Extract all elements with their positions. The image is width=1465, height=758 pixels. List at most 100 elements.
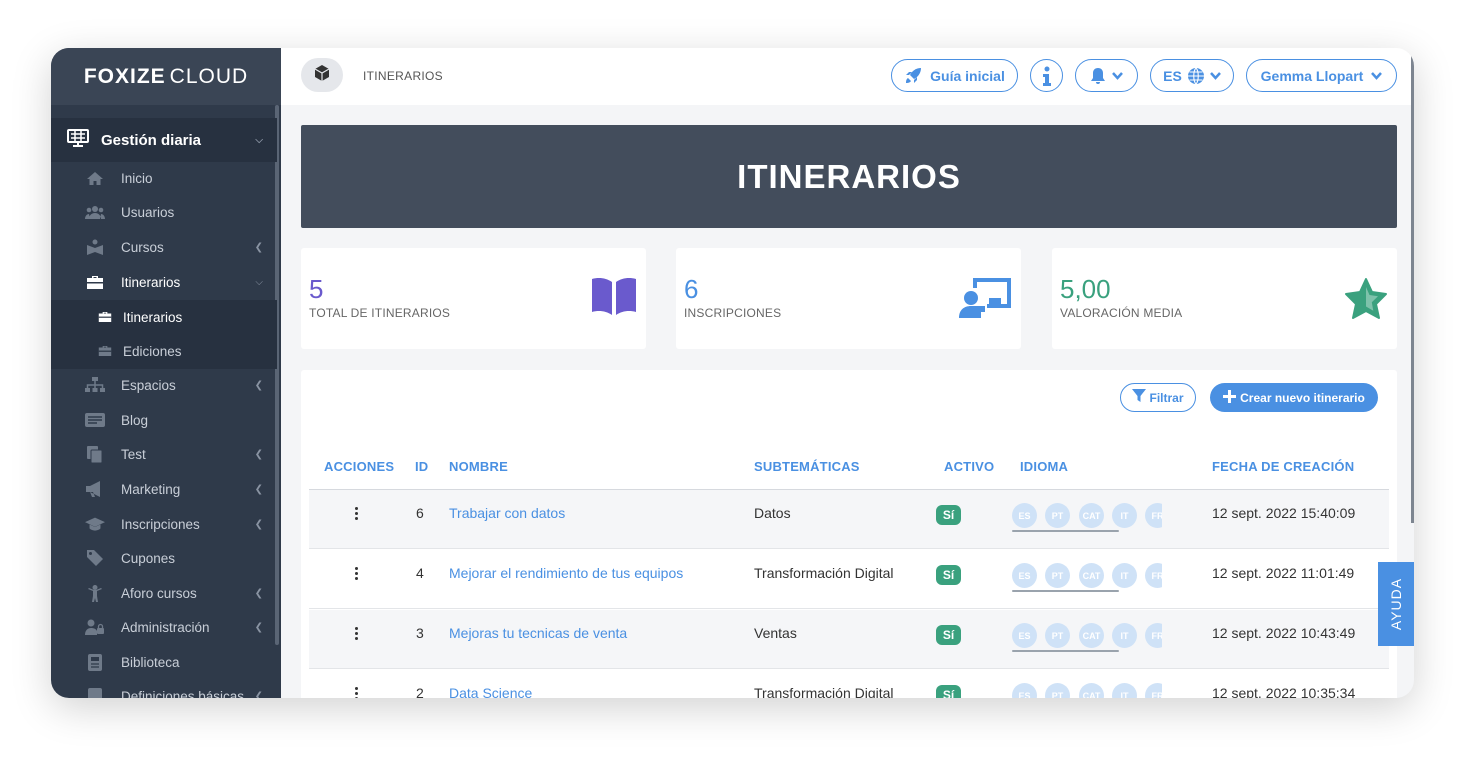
language-button[interactable]: ES <box>1150 59 1234 92</box>
lang-chip-es[interactable]: ES <box>1012 623 1037 648</box>
guide-label: Guía inicial <box>930 67 1005 84</box>
row-name-link[interactable]: Mejorar el rendimiento de tus equipos <box>449 565 683 581</box>
column-header-subtematicas[interactable]: SUBTEMÁTICAS <box>754 459 860 474</box>
sidebar-item-label: Itinerarios <box>121 274 181 290</box>
info-button[interactable] <box>1030 59 1063 92</box>
lang-chip-it[interactable]: IT <box>1112 503 1137 528</box>
create-itinerary-button[interactable]: Crear nuevo itinerario <box>1210 383 1378 412</box>
sidebar-item-definiciones-basicas[interactable]: Definiciones básicas ❮ <box>51 679 277 698</box>
languages-scrollbar[interactable] <box>1012 590 1119 592</box>
row-active-badge: Sí <box>936 685 961 698</box>
sidebar-item-administracion[interactable]: Administración ❮ <box>51 610 277 644</box>
lang-chip-cat[interactable]: CAT <box>1079 683 1104 698</box>
row-actions-menu-icon[interactable] <box>355 567 359 582</box>
lang-chip-fr[interactable]: FR <box>1145 623 1162 648</box>
lang-chip-it[interactable]: IT <box>1112 563 1137 588</box>
column-header-fecha-creacion[interactable]: FECHA DE CREACIÓN <box>1212 459 1354 474</box>
sidebar-item-label: Blog <box>121 412 149 428</box>
sidebar-item-itinerarios[interactable]: Itinerarios ⌵ <box>51 265 277 299</box>
chevron-left-icon: ❮ <box>254 587 263 599</box>
lang-chip-fr[interactable]: FR <box>1145 683 1162 698</box>
lang-chip-pt[interactable]: PT <box>1045 683 1070 698</box>
chevron-left-icon: ❮ <box>254 518 263 530</box>
breadcrumb: ITINERARIOS <box>363 69 443 83</box>
column-header-nombre[interactable]: NOMBRE <box>449 459 508 474</box>
lang-chip-cat[interactable]: CAT <box>1079 563 1104 588</box>
row-name-link[interactable]: Data Science <box>449 685 532 698</box>
dashboard-icon <box>67 129 89 151</box>
sidebar-item-usuarios[interactable]: Usuarios <box>51 195 277 229</box>
user-menu-button[interactable]: Gemma Llopart <box>1246 59 1397 92</box>
sidebar-item-inscripciones[interactable]: Inscripciones ❮ <box>51 507 277 541</box>
teacher-board-icon <box>959 276 1013 325</box>
guide-button[interactable]: Guía inicial <box>891 59 1018 92</box>
row-subtematica: Transformación Digital <box>754 565 894 581</box>
lang-chip-cat[interactable]: CAT <box>1079 503 1104 528</box>
table-row: 4 Mejorar el rendimiento de tus equipos … <box>309 550 1389 609</box>
cube-icon <box>313 64 331 87</box>
briefcase-icon <box>85 274 105 290</box>
page-title: ITINERARIOS <box>737 157 961 195</box>
row-actions-menu-icon[interactable] <box>355 507 359 522</box>
lang-chip-fr[interactable]: FR <box>1145 503 1162 528</box>
filter-button[interactable]: Filtrar <box>1120 383 1196 412</box>
sidebar-item-marketing[interactable]: Marketing ❮ <box>51 472 277 506</box>
sidebar-subitem-ediciones[interactable]: Ediciones <box>51 334 277 368</box>
column-header-activo[interactable]: ACTIVO <box>944 459 994 474</box>
languages-scrollbar[interactable] <box>1012 530 1119 532</box>
lang-chip-pt[interactable]: PT <box>1045 503 1070 528</box>
row-date: 12 sept. 2022 15:40:09 <box>1212 505 1356 521</box>
row-id: 6 <box>416 505 424 521</box>
sidebar-item-biblioteca[interactable]: Biblioteca <box>51 645 277 679</box>
languages-scrollbar[interactable] <box>1012 650 1119 652</box>
row-actions-menu-icon[interactable] <box>355 627 359 642</box>
sidebar-item-label: Usuarios <box>121 204 175 220</box>
user-name: Gemma Llopart <box>1260 67 1364 84</box>
lang-chip-es[interactable]: ES <box>1012 503 1037 528</box>
help-tab[interactable]: AYUDA <box>1378 562 1414 646</box>
sidebar-item-cursos[interactable]: Cursos ❮ <box>51 230 277 264</box>
sidebar-item-inicio[interactable]: Inicio <box>51 161 277 195</box>
stat-card-valoracion-media: 5,00 VALORACIÓN MEDIA <box>1052 248 1397 349</box>
row-languages: ES PT CAT IT FR <box>1012 623 1162 649</box>
row-subtematica: Datos <box>754 505 791 521</box>
lang-chip-es[interactable]: ES <box>1012 563 1037 588</box>
lang-chip-pt[interactable]: PT <box>1045 563 1070 588</box>
sidebar-item-blog[interactable]: Blog <box>51 403 277 437</box>
lang-chip-es[interactable]: ES <box>1012 683 1037 698</box>
lang-chip-it[interactable]: IT <box>1112 623 1137 648</box>
stat-label: INSCRIPCIONES <box>684 306 782 320</box>
cube-button[interactable] <box>301 58 343 92</box>
lang-chip-cat[interactable]: CAT <box>1079 623 1104 648</box>
stat-label: TOTAL DE ITINERARIOS <box>309 306 451 320</box>
row-languages: ES PT CAT IT FR <box>1012 503 1162 529</box>
column-header-acciones[interactable]: ACCIONES <box>324 459 394 474</box>
stat-value: 6 <box>684 274 699 304</box>
column-header-id[interactable]: ID <box>415 459 428 474</box>
row-id: 2 <box>416 685 424 698</box>
filter-icon <box>1132 389 1147 406</box>
brand-logo[interactable]: FOXIZE CLOUD <box>51 48 281 105</box>
sidebar-item-aforo-cursos[interactable]: Aforo cursos ❮ <box>51 576 277 610</box>
sidebar-item-cupones[interactable]: Cupones <box>51 541 277 575</box>
sidebar-subitem-label: Itinerarios <box>123 309 183 325</box>
tag-icon <box>85 550 105 566</box>
lang-chip-fr[interactable]: FR <box>1145 563 1162 588</box>
sidebar-group-gestion-diaria[interactable]: Gestión diaria ⌵ <box>51 118 277 162</box>
sidebar-item-test[interactable]: Test ❮ <box>51 437 277 471</box>
lang-chip-it[interactable]: IT <box>1112 683 1137 698</box>
notifications-button[interactable] <box>1075 59 1138 92</box>
row-actions-menu-icon[interactable] <box>355 687 359 698</box>
column-header-idioma[interactable]: IDIOMA <box>1020 459 1068 474</box>
chevron-left-icon: ❮ <box>254 483 263 495</box>
row-name-link[interactable]: Mejoras tu tecnicas de venta <box>449 625 627 641</box>
sidebar-subitem-itinerarios[interactable]: Itinerarios <box>51 300 277 334</box>
lang-chip-pt[interactable]: PT <box>1045 623 1070 648</box>
sidebar-group-label: Gestión diaria <box>101 131 202 149</box>
row-name-link[interactable]: Trabajar con datos <box>449 505 565 521</box>
sidebar-item-label: Biblioteca <box>121 654 180 670</box>
page-scrollbar[interactable] <box>1411 48 1414 523</box>
chevron-down-icon <box>1112 71 1123 80</box>
chevron-down-icon <box>1371 71 1383 80</box>
sidebar-item-espacios[interactable]: Espacios ❮ <box>51 368 277 402</box>
